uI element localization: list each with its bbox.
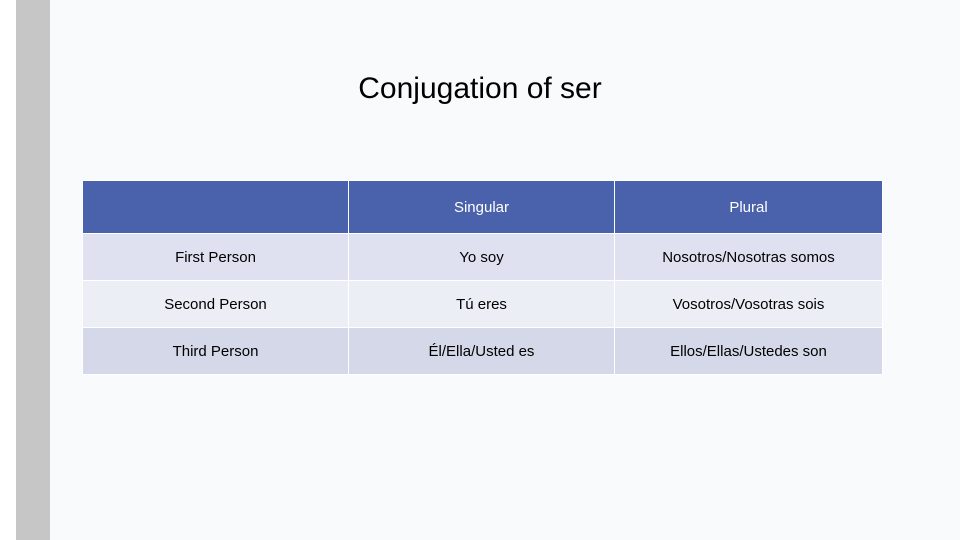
- table-cell-person-label: First Person: [82, 233, 349, 281]
- table-cell-singular: Yo soy: [348, 233, 615, 281]
- table-header: Singular Plural: [82, 180, 883, 234]
- left-margin-white: [0, 0, 16, 540]
- table-cell-plural: Nosotros/Nosotras somos: [614, 233, 883, 281]
- slide-canvas: Conjugation of ser Singular Plural First…: [0, 0, 960, 540]
- table-cell-person-label: Second Person: [82, 280, 349, 328]
- table-cell-plural: Vosotros/Vosotras sois: [614, 280, 883, 328]
- page-title: Conjugation of ser: [358, 72, 602, 105]
- table-cell-plural: Ellos/Ellas/Ustedes son: [614, 327, 883, 375]
- table-header-cell-singular: Singular: [348, 180, 615, 234]
- table-cell-singular: Tú eres: [348, 280, 615, 328]
- table-row: Second Person Tú eres Vosotros/Vosotras …: [82, 280, 883, 328]
- conjugation-table: Singular Plural First Person Yo soy Noso…: [82, 180, 883, 375]
- table-body: First Person Yo soy Nosotros/Nosotras so…: [82, 233, 883, 375]
- table-row: First Person Yo soy Nosotros/Nosotras so…: [82, 233, 883, 281]
- table-cell-person-label: Third Person: [82, 327, 349, 375]
- table-header-cell-corner: [82, 180, 349, 234]
- table-row: Third Person Él/Ella/Usted es Ellos/Ella…: [82, 327, 883, 375]
- table-header-cell-plural: Plural: [614, 180, 883, 234]
- slide-content: Conjugation of ser Singular Plural First…: [50, 0, 960, 540]
- table-cell-singular: Él/Ella/Usted es: [348, 327, 615, 375]
- table-header-row: Singular Plural: [82, 180, 883, 234]
- left-margin-gray-bar: [16, 0, 50, 540]
